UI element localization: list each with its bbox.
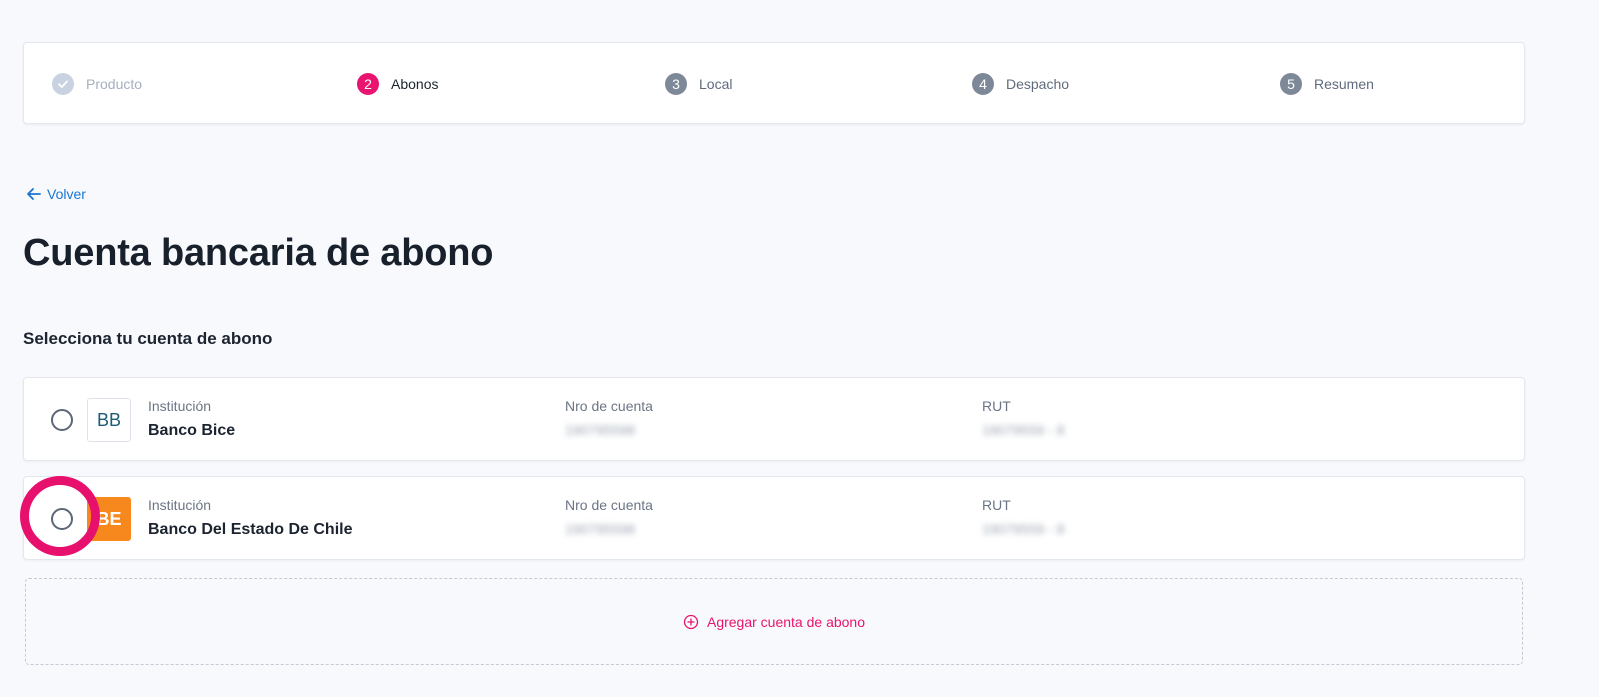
account-number-label: Nro de cuenta bbox=[565, 398, 653, 414]
step-label: Local bbox=[699, 76, 733, 92]
rut-label: RUT bbox=[982, 497, 1011, 513]
institution-name: Banco Del Estado De Chile bbox=[148, 521, 353, 538]
institution-label: Institución bbox=[148, 398, 212, 414]
arrow-left-icon bbox=[27, 188, 41, 200]
rut-column: RUT 19079559 - 8 bbox=[982, 497, 1065, 537]
step-number: 5 bbox=[1280, 73, 1302, 95]
back-label: Volver bbox=[47, 186, 86, 202]
account-radio[interactable] bbox=[51, 508, 73, 530]
page: Producto 2 Abonos 3 Local 4 Despacho 5 R… bbox=[0, 0, 1599, 697]
account-card-banco-bice[interactable]: BB Institución Banco Bice Nro de cuenta … bbox=[23, 377, 1525, 461]
step-number: 4 bbox=[972, 73, 994, 95]
account-card-banco-estado[interactable]: BE Institución Banco Del Estado De Chile… bbox=[23, 476, 1525, 560]
bank-logo-bice: BB bbox=[87, 398, 131, 442]
rut-value: 19079559 - 8 bbox=[982, 521, 1065, 537]
step-number: 3 bbox=[665, 73, 687, 95]
step-label: Despacho bbox=[1006, 76, 1070, 92]
check-icon bbox=[52, 73, 74, 95]
account-number-column: Nro de cuenta 190795598 bbox=[565, 398, 653, 438]
institution-column: Institución Banco Del Estado De Chile bbox=[148, 497, 353, 539]
institution-label: Institución bbox=[148, 497, 212, 513]
plus-circle-icon bbox=[683, 614, 699, 629]
step-resumen[interactable]: 5 Resumen bbox=[1280, 43, 1374, 125]
step-producto[interactable]: Producto bbox=[52, 43, 142, 125]
institution-name: Banco Bice bbox=[148, 422, 236, 439]
account-number-label: Nro de cuenta bbox=[565, 497, 653, 513]
account-number-value: 190795598 bbox=[565, 521, 636, 537]
step-local[interactable]: 3 Local bbox=[665, 43, 732, 125]
step-label: Resumen bbox=[1314, 76, 1374, 92]
bank-logo-estado: BE bbox=[87, 497, 131, 541]
step-label: Producto bbox=[86, 76, 143, 92]
step-abonos[interactable]: 2 Abonos bbox=[357, 43, 438, 125]
step-label: Abonos bbox=[391, 76, 439, 92]
institution-column: Institución Banco Bice bbox=[148, 398, 235, 440]
add-account-label: Agregar cuenta de abono bbox=[706, 613, 865, 630]
step-despacho[interactable]: 4 Despacho bbox=[972, 43, 1069, 125]
step-number: 2 bbox=[357, 73, 379, 95]
checkout-stepper: Producto 2 Abonos 3 Local 4 Despacho 5 R… bbox=[23, 42, 1525, 124]
rut-column: RUT 19079559 - 8 bbox=[982, 398, 1065, 438]
add-account-button[interactable]: Agregar cuenta de abono bbox=[25, 578, 1523, 665]
account-number-column: Nro de cuenta 190795598 bbox=[565, 497, 653, 537]
rut-value: 19079559 - 8 bbox=[982, 422, 1065, 438]
account-radio[interactable] bbox=[51, 409, 73, 431]
rut-label: RUT bbox=[982, 398, 1011, 414]
section-subtitle: Selecciona tu cuenta de abono bbox=[23, 329, 273, 348]
page-title: Cuenta bancaria de abono bbox=[23, 232, 494, 274]
back-link[interactable]: Volver bbox=[25, 185, 86, 203]
account-number-value: 190795598 bbox=[565, 422, 636, 438]
